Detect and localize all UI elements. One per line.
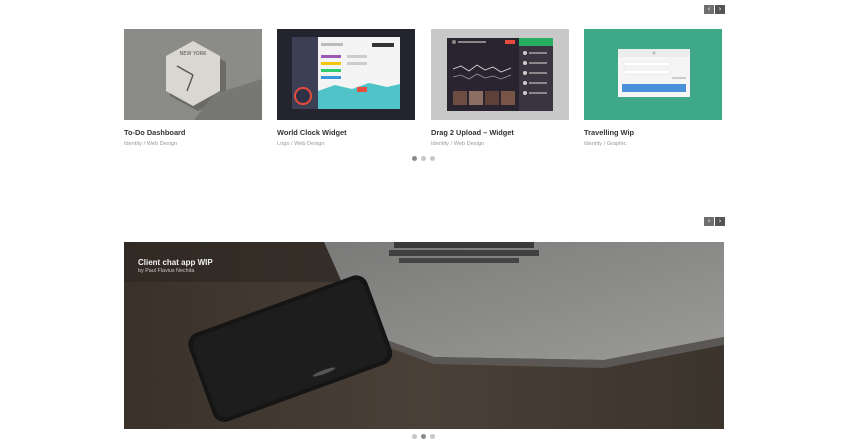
portfolio-card-world-clock[interactable]: World Clock Widget Logo / Web Design [277, 29, 415, 147]
carousel-dot[interactable] [412, 434, 417, 439]
top-carousel-nav: ‹ › [704, 5, 725, 14]
top-prev-arrow-icon[interactable]: ‹ [704, 5, 714, 14]
drag-upload-thumb-image [431, 29, 569, 120]
portfolio-thumb-world-clock[interactable] [277, 29, 415, 120]
card-category: Identity / Graphic [584, 141, 627, 147]
top-carousel-dots [412, 156, 435, 161]
todo-thumb-image: NEW YORK [124, 29, 262, 120]
carousel-dot[interactable] [421, 434, 426, 439]
featured-slider[interactable]: Client chat app WIP by Paul Flavius Nech… [124, 242, 724, 429]
portfolio-card-drag-upload[interactable]: Drag 2 Upload – Widget Identity / Web De… [431, 29, 569, 147]
portfolio-thumb-todo[interactable]: NEW YORK [124, 29, 262, 120]
portfolio-card-travelling[interactable]: Travelling Wip Identity / Graphic [584, 29, 722, 147]
portfolio-card-todo[interactable]: NEW YORK To-Do Dashboard Identity / Web … [124, 29, 262, 147]
portfolio-grid: NEW YORK To-Do Dashboard Identity / Web … [124, 29, 724, 154]
bottom-prev-arrow-icon[interactable]: ‹ [704, 217, 714, 226]
bottom-carousel-dots [412, 434, 435, 439]
card-category: Identity / Web Design [124, 141, 178, 147]
portfolio-thumb-drag-upload[interactable] [431, 29, 569, 120]
carousel-dot[interactable] [430, 434, 435, 439]
travelling-thumb-image [584, 29, 722, 120]
card-category: Identity / Web Design [431, 141, 485, 147]
carousel-dot[interactable] [412, 156, 417, 161]
slide-title[interactable]: Client chat app WIP [138, 258, 213, 267]
card-title[interactable]: Travelling Wip [584, 128, 722, 137]
card-title[interactable]: World Clock Widget [277, 128, 415, 137]
bottom-carousel-nav: ‹ › [704, 217, 725, 226]
card-title[interactable]: Drag 2 Upload – Widget [431, 128, 569, 137]
bottom-next-arrow-icon[interactable]: › [715, 217, 725, 226]
carousel-dot[interactable] [430, 156, 435, 161]
card-category: Logo / Web Design [277, 141, 325, 147]
portfolio-thumb-travelling[interactable] [584, 29, 722, 120]
todo-thumb-caption: NEW YORK [180, 51, 208, 57]
slide-background-image [124, 242, 724, 429]
card-title[interactable]: To-Do Dashboard [124, 128, 262, 137]
top-next-arrow-icon[interactable]: › [715, 5, 725, 14]
world-clock-thumb-image [277, 29, 415, 120]
carousel-dot[interactable] [421, 156, 426, 161]
slide-author: by Paul Flavius Nechita [138, 268, 195, 274]
